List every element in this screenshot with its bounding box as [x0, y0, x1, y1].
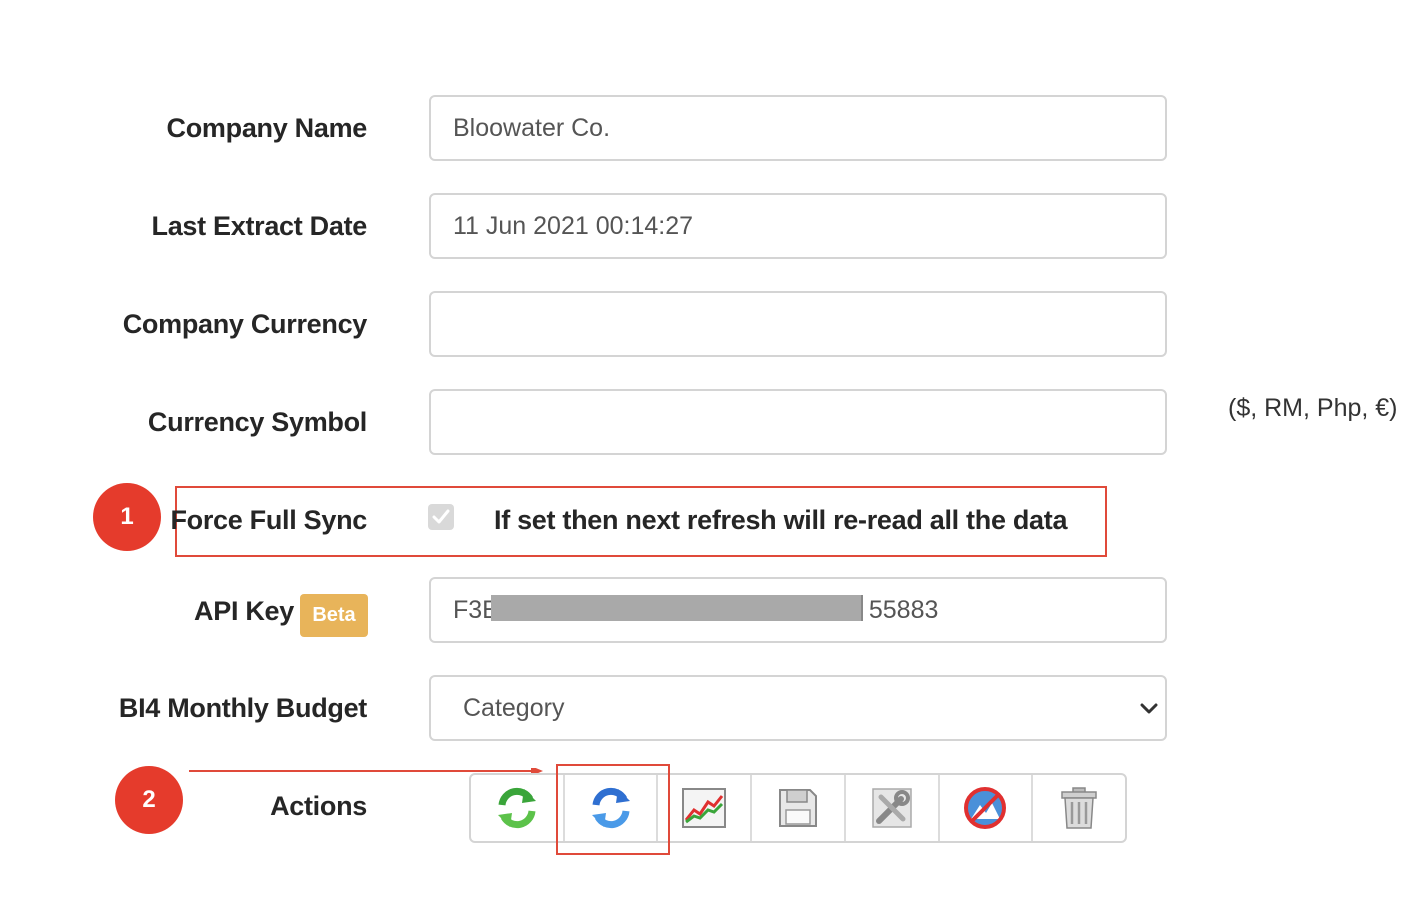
company-currency-input[interactable] [429, 291, 1167, 357]
monthly-budget-select[interactable]: Category [429, 675, 1167, 741]
callout-2: 2 [115, 766, 183, 834]
beta-badge: Beta [300, 594, 368, 637]
tools-icon [871, 788, 912, 828]
force-full-sync-description: If set then next refresh will re-read al… [494, 505, 1068, 535]
api-key-redaction [491, 595, 863, 621]
api-key-label: API Key [194, 596, 294, 626]
monthly-budget-selected: Category [463, 693, 565, 722]
save-icon [779, 789, 818, 827]
disable-button[interactable] [940, 775, 1034, 841]
chart-icon [682, 788, 727, 828]
trash-icon [1061, 787, 1097, 829]
delete-button[interactable] [1033, 775, 1125, 841]
force-full-sync-checkbox[interactable] [428, 504, 454, 530]
company-name-label: Company Name [166, 113, 368, 143]
chart-button[interactable] [658, 775, 753, 841]
currency-symbol-hint: ($, RM, Php, €) [1228, 394, 1398, 422]
actions-label: Actions [270, 791, 367, 821]
refresh-green-button[interactable] [471, 775, 565, 841]
refresh-green-icon [497, 787, 536, 829]
chevron-down-icon [1140, 703, 1158, 714]
company-name-input[interactable] [429, 95, 1167, 161]
api-key-suffix: 55883 [868, 595, 939, 624]
currency-symbol-input[interactable] [429, 389, 1167, 455]
save-button[interactable] [752, 775, 846, 841]
refresh-highlight [556, 764, 670, 855]
tools-button[interactable] [846, 775, 940, 841]
currency-symbol-label: Currency Symbol [147, 407, 367, 437]
monthly-budget-label: BI4 Monthly Budget [118, 693, 367, 723]
force-full-sync-label: Force Full Sync [170, 505, 367, 535]
last-extract-date-label: Last Extract Date [151, 211, 368, 241]
check-icon [432, 509, 450, 524]
company-currency-label: Company Currency [122, 309, 368, 339]
disable-icon [964, 787, 1007, 829]
callout-1: 1 [93, 483, 161, 551]
last-extract-date-input[interactable] [429, 193, 1167, 259]
